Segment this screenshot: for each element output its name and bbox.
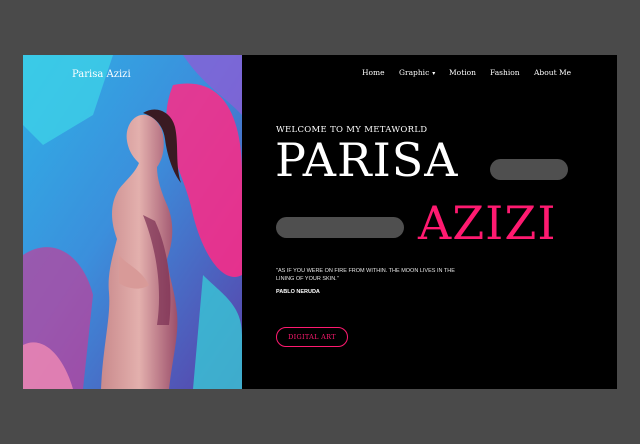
- nav-motion[interactable]: Motion: [449, 68, 476, 77]
- landing-page: Parisa Azizi Home Graphic ▾ Motion Fashio…: [23, 55, 617, 389]
- main-nav: Home Graphic ▾ Motion Fashion About Me: [23, 68, 617, 82]
- nav-fashion[interactable]: Fashion: [490, 68, 520, 77]
- nav-about-me[interactable]: About Me: [534, 68, 571, 77]
- decorative-pill-left: [276, 217, 404, 238]
- nav-graphic[interactable]: Graphic ▾: [399, 68, 435, 77]
- quote-author: PABLO NERUDA: [276, 289, 320, 295]
- painting-image: [23, 55, 242, 389]
- title-last-name: AZIZI: [418, 196, 557, 250]
- digital-art-button[interactable]: DIGITAL ART: [276, 327, 348, 347]
- chevron-down-icon: ▾: [432, 70, 436, 77]
- title-first-name: PARISA: [275, 133, 459, 187]
- nav-home[interactable]: Home: [362, 68, 385, 77]
- quote-text: "AS IF YOU WERE ON FIRE FROM WITHIN. THE…: [276, 268, 455, 282]
- hero-painting: [23, 55, 242, 389]
- decorative-pill-right: [490, 159, 568, 180]
- nav-graphic-label: Graphic: [399, 68, 430, 77]
